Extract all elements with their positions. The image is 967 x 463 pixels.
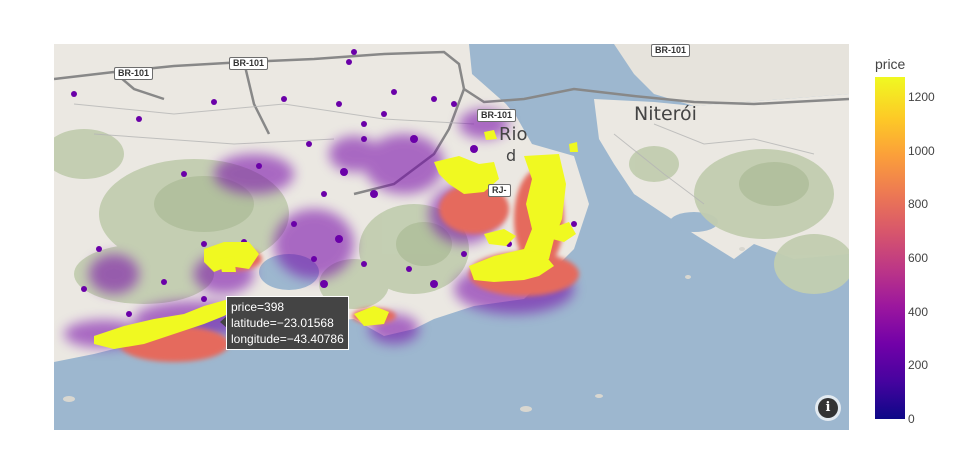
- tooltip-latitude: latitude=−23.01568: [231, 316, 334, 330]
- road-shield: BR-101: [477, 109, 517, 122]
- colorbar-tick: 1000: [908, 144, 935, 158]
- colorbar-title: price: [875, 56, 906, 72]
- colorbar-tick: 200: [908, 358, 929, 372]
- road-shield: BR-101: [229, 57, 269, 70]
- road-shield: RJ-: [488, 184, 511, 197]
- colorbar: [875, 77, 905, 419]
- place-label-niteroi: Niterói: [634, 103, 697, 125]
- colorbar-tick: 400: [908, 305, 929, 319]
- info-icon[interactable]: i: [818, 398, 838, 418]
- colorbar-tick: 0: [908, 412, 915, 426]
- colorbar-gradient: [875, 77, 905, 419]
- tooltip-longitude: longitude=−43.40786: [231, 332, 344, 346]
- road-shield: BR-101: [651, 44, 691, 57]
- place-label-rio: Rio: [499, 124, 528, 145]
- colorbar-tick: 600: [908, 251, 929, 265]
- hover-tooltip: price=398 latitude=−23.01568 longitude=−…: [226, 296, 349, 350]
- place-label-rio-cont: d: [506, 146, 517, 165]
- colorbar-tick: 800: [908, 197, 929, 211]
- map-canvas: [54, 44, 849, 430]
- road-shield: BR-101: [114, 67, 154, 80]
- colorbar-tick: 1200: [908, 90, 935, 104]
- map-view[interactable]: BR-101 BR-101 BR-101 BR-101 RJ- Niterói …: [54, 44, 849, 430]
- tooltip-price: price=398: [231, 300, 285, 314]
